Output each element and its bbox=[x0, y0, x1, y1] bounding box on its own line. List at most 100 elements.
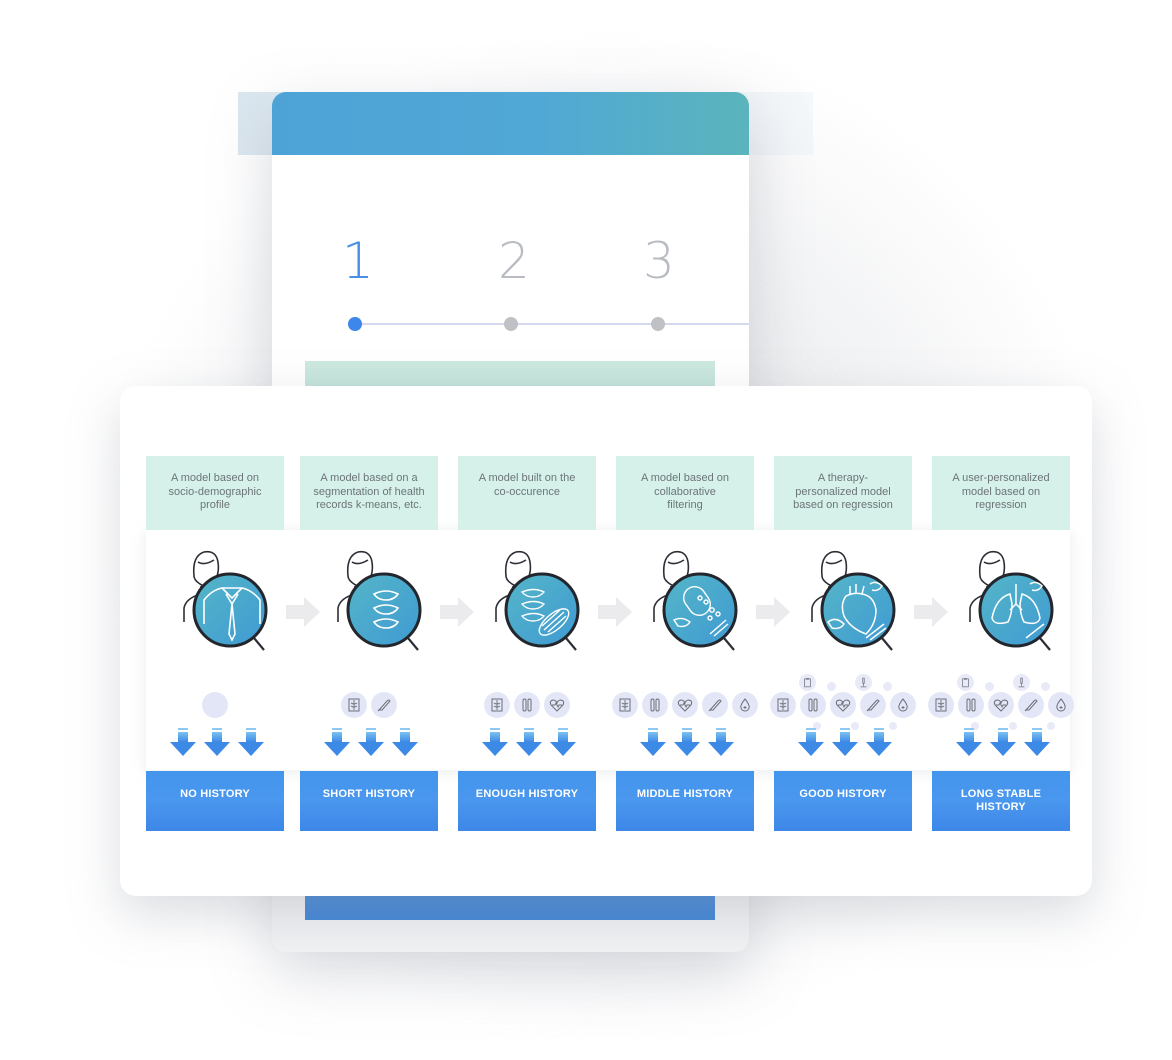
stage-column: A model built on the co-occurence bbox=[458, 456, 596, 530]
data-sources-row bbox=[202, 692, 228, 718]
decorative-bubble bbox=[883, 682, 892, 691]
heart-rate-icon bbox=[544, 692, 570, 718]
decorative-bubble bbox=[985, 682, 994, 691]
flow-arrow-icon bbox=[598, 597, 632, 627]
model-description: A user-personalized model based on regre… bbox=[932, 456, 1070, 530]
blood-drop-icon bbox=[732, 692, 758, 718]
xray-icon bbox=[928, 692, 954, 718]
step-dot-1[interactable] bbox=[348, 317, 362, 331]
down-arrows-row bbox=[798, 728, 892, 756]
patient-magnifier-illustration bbox=[969, 550, 1054, 651]
flow-arrow-icon bbox=[440, 597, 474, 627]
illustration-band bbox=[146, 530, 1070, 770]
stage-column: A therapy- personalized model based on r… bbox=[774, 456, 912, 530]
test-tubes-icon bbox=[958, 692, 984, 718]
history-level-label[interactable]: GOOD HISTORY bbox=[774, 771, 912, 831]
xray-icon bbox=[484, 692, 510, 718]
thermometer-icon bbox=[1018, 692, 1044, 718]
xray-icon bbox=[341, 692, 367, 718]
history-level-label[interactable]: SHORT HISTORY bbox=[300, 771, 438, 831]
step-number-2[interactable]: 2 bbox=[498, 232, 530, 290]
down-arrows-row bbox=[956, 728, 1050, 756]
magnifier-icon bbox=[978, 572, 1054, 651]
data-sources-row bbox=[341, 692, 397, 718]
step-number-3[interactable]: 3 bbox=[643, 232, 675, 290]
thermometer-icon bbox=[371, 692, 397, 718]
decorative-bubble bbox=[827, 682, 836, 691]
model-description: A model based on a segmentation of healt… bbox=[300, 456, 438, 530]
step-dot-2[interactable] bbox=[504, 317, 518, 331]
thermometer-icon bbox=[860, 692, 886, 718]
magnifier-icon bbox=[662, 572, 738, 651]
heart-rate-icon bbox=[988, 692, 1014, 718]
test-tubes-icon bbox=[800, 692, 826, 718]
down-arrow-icon bbox=[640, 728, 666, 756]
blood-drop-icon bbox=[890, 692, 916, 718]
stage-column: A model based on a segmentation of healt… bbox=[300, 456, 438, 530]
patient-magnifier-illustration bbox=[183, 550, 268, 651]
xray-icon bbox=[612, 692, 638, 718]
history-level-label[interactable]: ENOUGH HISTORY bbox=[458, 771, 596, 831]
down-arrow-icon bbox=[170, 728, 196, 756]
data-sources-row bbox=[770, 692, 916, 718]
data-sources-row bbox=[484, 692, 570, 718]
magnifier-icon bbox=[346, 572, 422, 651]
model-description-text: A model based on collaborative filtering bbox=[640, 472, 730, 511]
model-description-text: A user-personalized model based on regre… bbox=[952, 472, 1050, 511]
xray-icon bbox=[770, 692, 796, 718]
model-description: A model based on socio-demographic profi… bbox=[146, 456, 284, 530]
down-arrows-row bbox=[324, 728, 418, 756]
down-arrows-row bbox=[482, 728, 576, 756]
history-level-label[interactable]: MIDDLE HISTORY bbox=[616, 771, 754, 831]
stage-column: A model based on collaborative filtering bbox=[616, 456, 754, 530]
empty-data-bubble bbox=[202, 692, 228, 718]
clipboard-icon bbox=[957, 674, 974, 691]
model-description: A model built on the co-occurence bbox=[458, 456, 596, 530]
down-arrows-row bbox=[170, 728, 264, 756]
down-arrow-icon bbox=[956, 728, 982, 756]
model-description-text: A therapy- personalized model based on r… bbox=[793, 472, 893, 511]
data-sources-row bbox=[612, 692, 758, 718]
down-arrow-icon bbox=[866, 728, 892, 756]
model-description-text: A model based on a segmentation of healt… bbox=[313, 472, 425, 511]
down-arrows-row bbox=[640, 728, 734, 756]
down-arrow-icon bbox=[238, 728, 264, 756]
model-description-text: A model based on socio-demographic profi… bbox=[168, 472, 262, 511]
magnifier-icon bbox=[504, 572, 580, 651]
patient-magnifier-illustration bbox=[811, 550, 896, 651]
model-description: A model based on collaborative filtering bbox=[616, 456, 754, 530]
phone-header-bar bbox=[272, 92, 749, 155]
heart-rate-icon bbox=[830, 692, 856, 718]
flow-arrow-icon bbox=[914, 597, 948, 627]
decorative-bubble bbox=[1041, 682, 1050, 691]
down-arrow-icon bbox=[798, 728, 824, 756]
down-arrow-icon bbox=[832, 728, 858, 756]
test-tubes-icon bbox=[642, 692, 668, 718]
step-dot-3[interactable] bbox=[651, 317, 665, 331]
microscope-icon bbox=[855, 674, 872, 691]
clipboard-icon bbox=[799, 674, 816, 691]
down-arrow-icon bbox=[990, 728, 1016, 756]
blood-drop-icon bbox=[1048, 692, 1074, 718]
patient-magnifier-illustration bbox=[653, 550, 738, 651]
stepper-track bbox=[356, 323, 749, 325]
history-level-label[interactable]: LONG STABLE HISTORY bbox=[932, 771, 1070, 831]
history-level-label[interactable]: NO HISTORY bbox=[146, 771, 284, 831]
down-arrow-icon bbox=[482, 728, 508, 756]
magnifier-icon bbox=[820, 572, 896, 651]
down-arrow-icon bbox=[358, 728, 384, 756]
magnifier-icon bbox=[192, 572, 268, 651]
patient-magnifier-illustration bbox=[495, 550, 580, 651]
test-tubes-icon bbox=[514, 692, 540, 718]
down-arrow-icon bbox=[674, 728, 700, 756]
flow-arrow-icon bbox=[756, 597, 790, 627]
down-arrow-icon bbox=[1024, 728, 1050, 756]
down-arrow-icon bbox=[550, 728, 576, 756]
thermometer-icon bbox=[702, 692, 728, 718]
model-description-text: A model built on the co-occurence bbox=[478, 472, 576, 498]
model-description: A therapy- personalized model based on r… bbox=[774, 456, 912, 530]
stage-column: A model based on socio-demographic profi… bbox=[146, 456, 284, 530]
step-number-1[interactable]: 1 bbox=[342, 232, 374, 290]
stage-column: A user-personalized model based on regre… bbox=[932, 456, 1070, 530]
down-arrow-icon bbox=[324, 728, 350, 756]
